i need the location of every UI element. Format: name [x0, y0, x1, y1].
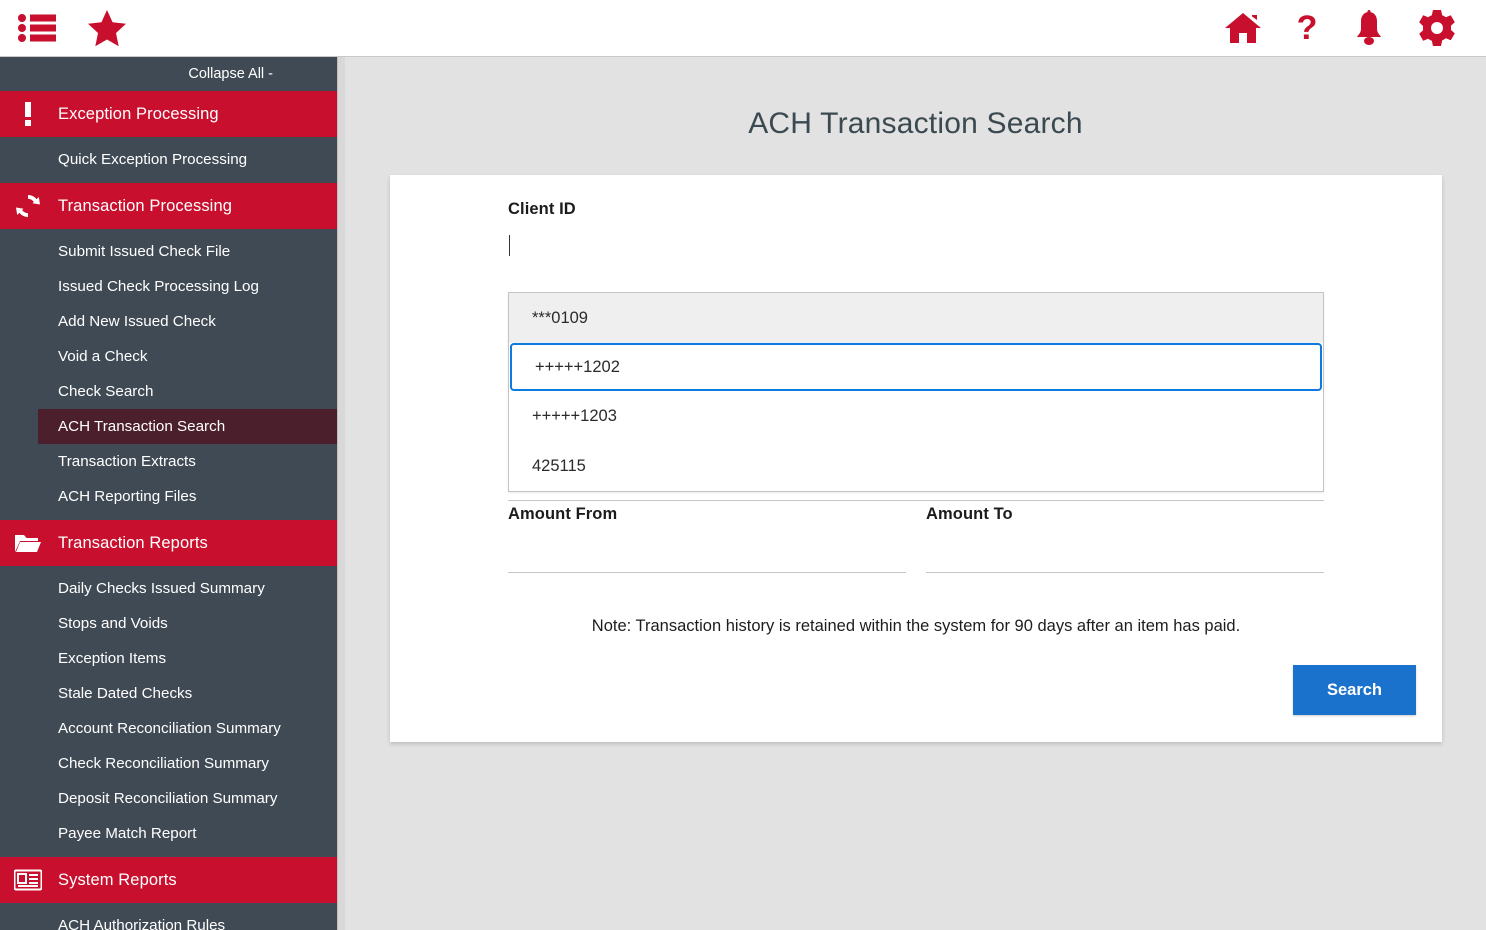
top-bar-left-group: [0, 9, 127, 47]
sidebar-item-account-reconciliation-summary[interactable]: Account Reconciliation Summary: [0, 711, 345, 746]
refresh-icon: [14, 192, 42, 220]
sidebar-item-check-search[interactable]: Check Search: [0, 374, 345, 409]
sidebar-submenu: Daily Checks Issued Summary Stops and Voi…: [0, 566, 345, 857]
sidebar-item-label: Quick Exception Processing: [58, 151, 248, 168]
sidebar-item-label: Submit Issued Check File: [58, 243, 231, 260]
sidebar-scrollbar[interactable]: [337, 57, 345, 930]
sidebar-group-list: Exception Processing Quick Exception Proc…: [0, 91, 345, 930]
sidebar-item-ach-reporting-files[interactable]: ACH Reporting Files: [0, 479, 345, 514]
client-id-option[interactable]: +++++1202: [510, 343, 1322, 391]
sidebar-item-daily-checks-issued-summary[interactable]: Daily Checks Issued Summary: [0, 571, 345, 606]
client-id-option[interactable]: +++++1203: [509, 391, 1323, 441]
help-question-icon[interactable]: ?: [1294, 9, 1320, 47]
client-id-underline: [508, 500, 1324, 501]
sidebar-item-label: Issued Check Processing Log: [58, 278, 259, 295]
open-folder-icon: [14, 529, 42, 557]
sidebar-item-label: ACH Authorization Rules: [58, 917, 226, 930]
sidebar-group-header-transaction-processing[interactable]: Transaction Processing: [0, 183, 345, 229]
client-id-option-label: 425115: [532, 456, 586, 475]
sidebar-group-header-system-reports[interactable]: System Reports: [0, 857, 345, 903]
sidebar-item-payee-match-report[interactable]: Payee Match Report: [0, 816, 345, 851]
sidebar-item-label: Transaction Extracts: [58, 453, 196, 470]
sidebar-item-submit-issued-check-file[interactable]: Submit Issued Check File: [0, 234, 345, 269]
amount-from-input[interactable]: [508, 572, 906, 573]
sidebar-item-quick-exception-processing[interactable]: Quick Exception Processing: [0, 142, 345, 177]
sidebar-submenu: Submit Issued Check File Issued Check Pro…: [0, 229, 345, 520]
newspaper-icon: [14, 866, 42, 894]
top-bar-right-group: ?: [1224, 9, 1486, 47]
sidebar-item-ach-authorization-rules[interactable]: ACH Authorization Rules: [0, 908, 345, 930]
sidebar-submenu: ACH Authorization Rules: [0, 903, 345, 930]
settings-gear-icon[interactable]: [1418, 9, 1456, 47]
sidebar-item-void-a-check[interactable]: Void a Check: [0, 339, 345, 374]
sidebar-group-header-transaction-reports[interactable]: Transaction Reports: [0, 520, 345, 566]
home-icon[interactable]: [1224, 11, 1262, 45]
main-content: ACH Transaction Search Client ID ***0109…: [345, 57, 1486, 930]
search-button[interactable]: Search: [1293, 665, 1416, 715]
sidebar-item-label: Void a Check: [58, 348, 148, 365]
exclamation-icon: [14, 100, 42, 128]
sidebar-item-label: Stops and Voids: [58, 615, 168, 632]
sidebar-item-label: Add New Issued Check: [58, 313, 216, 330]
sidebar-group-label: Transaction Reports: [58, 533, 208, 552]
sidebar-item-label: ACH Reporting Files: [58, 488, 197, 505]
client-id-option[interactable]: ***0109: [509, 293, 1323, 343]
amount-to-field-group: Amount To: [926, 505, 1324, 573]
amount-from-field-group: Amount From: [508, 505, 906, 573]
client-id-label: Client ID: [508, 200, 576, 218]
sidebar-item-transaction-extracts[interactable]: Transaction Extracts: [0, 444, 345, 479]
sidebar-item-label: Stale Dated Checks: [58, 685, 193, 702]
notifications-bell-icon[interactable]: [1352, 10, 1386, 46]
client-id-dropdown[interactable]: ***0109 +++++1202 +++++1203 425115: [508, 292, 1324, 492]
sidebar-item-stale-dated-checks[interactable]: Stale Dated Checks: [0, 676, 345, 711]
retention-note: Note: Transaction history is retained wi…: [591, 617, 1241, 635]
client-id-field-group: Client ID ***0109 +++++1202 +++++1203 42511…: [508, 200, 1324, 501]
search-form-card: Client ID ***0109 +++++1202 +++++1203 42511…: [390, 175, 1442, 742]
amount-from-label: Amount From: [508, 505, 618, 523]
sidebar-item-stops-and-voids[interactable]: Stops and Voids: [0, 606, 345, 641]
sidebar-group-header-exception-processing[interactable]: Exception Processing: [0, 91, 345, 137]
sidebar-item-label: Check Search: [58, 383, 154, 400]
sidebar-item-label: Deposit Reconciliation Summary: [58, 790, 278, 807]
page-title: ACH Transaction Search: [748, 107, 1083, 140]
sidebar-item-label: Daily Checks Issued Summary: [58, 580, 265, 597]
sidebar-item-deposit-reconciliation-summary[interactable]: Deposit Reconciliation Summary: [0, 781, 345, 816]
client-id-input[interactable]: [508, 233, 1324, 273]
sidebar-item-add-new-issued-check[interactable]: Add New Issued Check: [0, 304, 345, 339]
sidebar-item-ach-transaction-search[interactable]: ACH Transaction Search: [38, 409, 345, 444]
sidebar-navigation: Collapse All - Exception Processing Quick…: [0, 57, 345, 930]
amount-to-input[interactable]: [926, 572, 1324, 573]
collapse-all-button[interactable]: Collapse All -: [0, 57, 345, 91]
client-id-option[interactable]: 425115: [509, 441, 1323, 491]
application-root: ? Collapse All - Exception Processing Qu…: [0, 0, 1486, 930]
client-id-option-label: +++++1202: [535, 357, 620, 376]
sidebar-group-label: System Reports: [58, 870, 177, 889]
sidebar-item-issued-check-processing-log[interactable]: Issued Check Processing Log: [0, 269, 345, 304]
amount-to-label: Amount To: [926, 505, 1013, 523]
client-id-option-label: +++++1203: [532, 406, 617, 425]
sidebar-item-label: ACH Transaction Search: [58, 418, 226, 435]
sidebar-item-label: Exception Items: [58, 650, 167, 667]
sidebar-item-check-reconciliation-summary[interactable]: Check Reconciliation Summary: [0, 746, 345, 781]
sidebar-group-label: Exception Processing: [58, 104, 219, 123]
sidebar-item-label: Check Reconciliation Summary: [58, 755, 270, 772]
amount-row: Amount From Amount To: [508, 505, 1324, 573]
sidebar-item-exception-items[interactable]: Exception Items: [0, 641, 345, 676]
sidebar-item-label: Payee Match Report: [58, 825, 197, 842]
top-bar: ?: [0, 0, 1486, 57]
collapse-all-label: Collapse All -: [188, 66, 273, 82]
sidebar-item-label: Account Reconciliation Summary: [58, 720, 281, 737]
favorites-star-icon[interactable]: [87, 9, 127, 47]
svg-text:?: ?: [1297, 10, 1318, 46]
sidebar-group-label: Transaction Processing: [58, 196, 232, 215]
menu-list-icon[interactable]: [17, 12, 57, 44]
sidebar-submenu: Quick Exception Processing: [0, 137, 345, 183]
text-caret: [509, 235, 510, 256]
client-id-option-label: ***0109: [532, 308, 588, 327]
